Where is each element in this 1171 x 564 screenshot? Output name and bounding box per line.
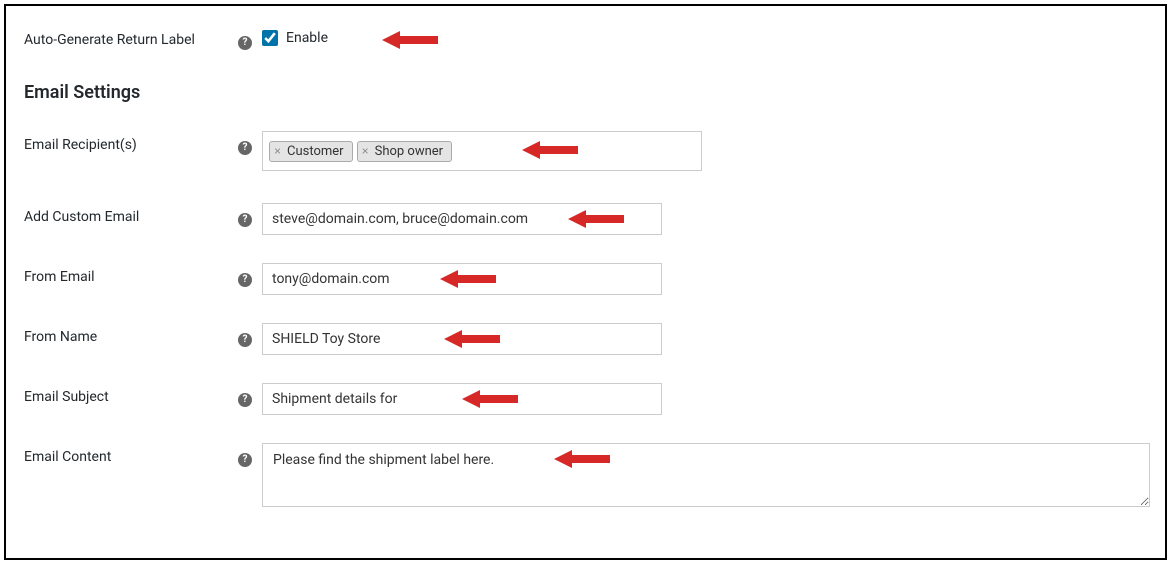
auto-generate-return-label-label: Auto-Generate Return Label bbox=[24, 26, 238, 48]
from-email-label: From Email bbox=[24, 263, 238, 285]
help-icon[interactable]: ? bbox=[238, 141, 252, 155]
recipient-tag-label: Customer bbox=[287, 144, 344, 159]
recipient-tag[interactable]: × Customer bbox=[269, 141, 353, 162]
recipient-tag[interactable]: × Shop owner bbox=[357, 141, 453, 162]
help-icon[interactable]: ? bbox=[238, 393, 252, 407]
help-icon[interactable]: ? bbox=[238, 213, 252, 227]
auto-generate-enable-checkbox[interactable] bbox=[262, 30, 278, 46]
help-icon[interactable]: ? bbox=[238, 453, 252, 467]
help-icon[interactable]: ? bbox=[238, 36, 252, 50]
email-settings-heading: Email Settings bbox=[24, 82, 1147, 103]
recipient-tag-label: Shop owner bbox=[375, 144, 443, 159]
email-subject-input[interactable] bbox=[262, 383, 662, 415]
from-name-input[interactable] bbox=[262, 323, 662, 355]
email-subject-label: Email Subject bbox=[24, 383, 238, 405]
from-name-label: From Name bbox=[24, 323, 238, 345]
remove-tag-icon[interactable]: × bbox=[274, 144, 283, 158]
add-custom-email-input[interactable] bbox=[262, 203, 662, 235]
email-recipients-label: Email Recipient(s) bbox=[24, 131, 238, 153]
add-custom-email-label: Add Custom Email bbox=[24, 203, 238, 225]
help-icon[interactable]: ? bbox=[238, 333, 252, 347]
auto-generate-enable-label: Enable bbox=[286, 30, 328, 46]
email-content-textarea[interactable] bbox=[262, 443, 1150, 507]
email-content-label: Email Content bbox=[24, 443, 238, 465]
email-recipients-input[interactable]: × Customer × Shop owner bbox=[262, 131, 702, 171]
remove-tag-icon[interactable]: × bbox=[362, 144, 371, 158]
from-email-input[interactable] bbox=[262, 263, 662, 295]
help-icon[interactable]: ? bbox=[238, 273, 252, 287]
arrow-icon bbox=[382, 29, 438, 51]
